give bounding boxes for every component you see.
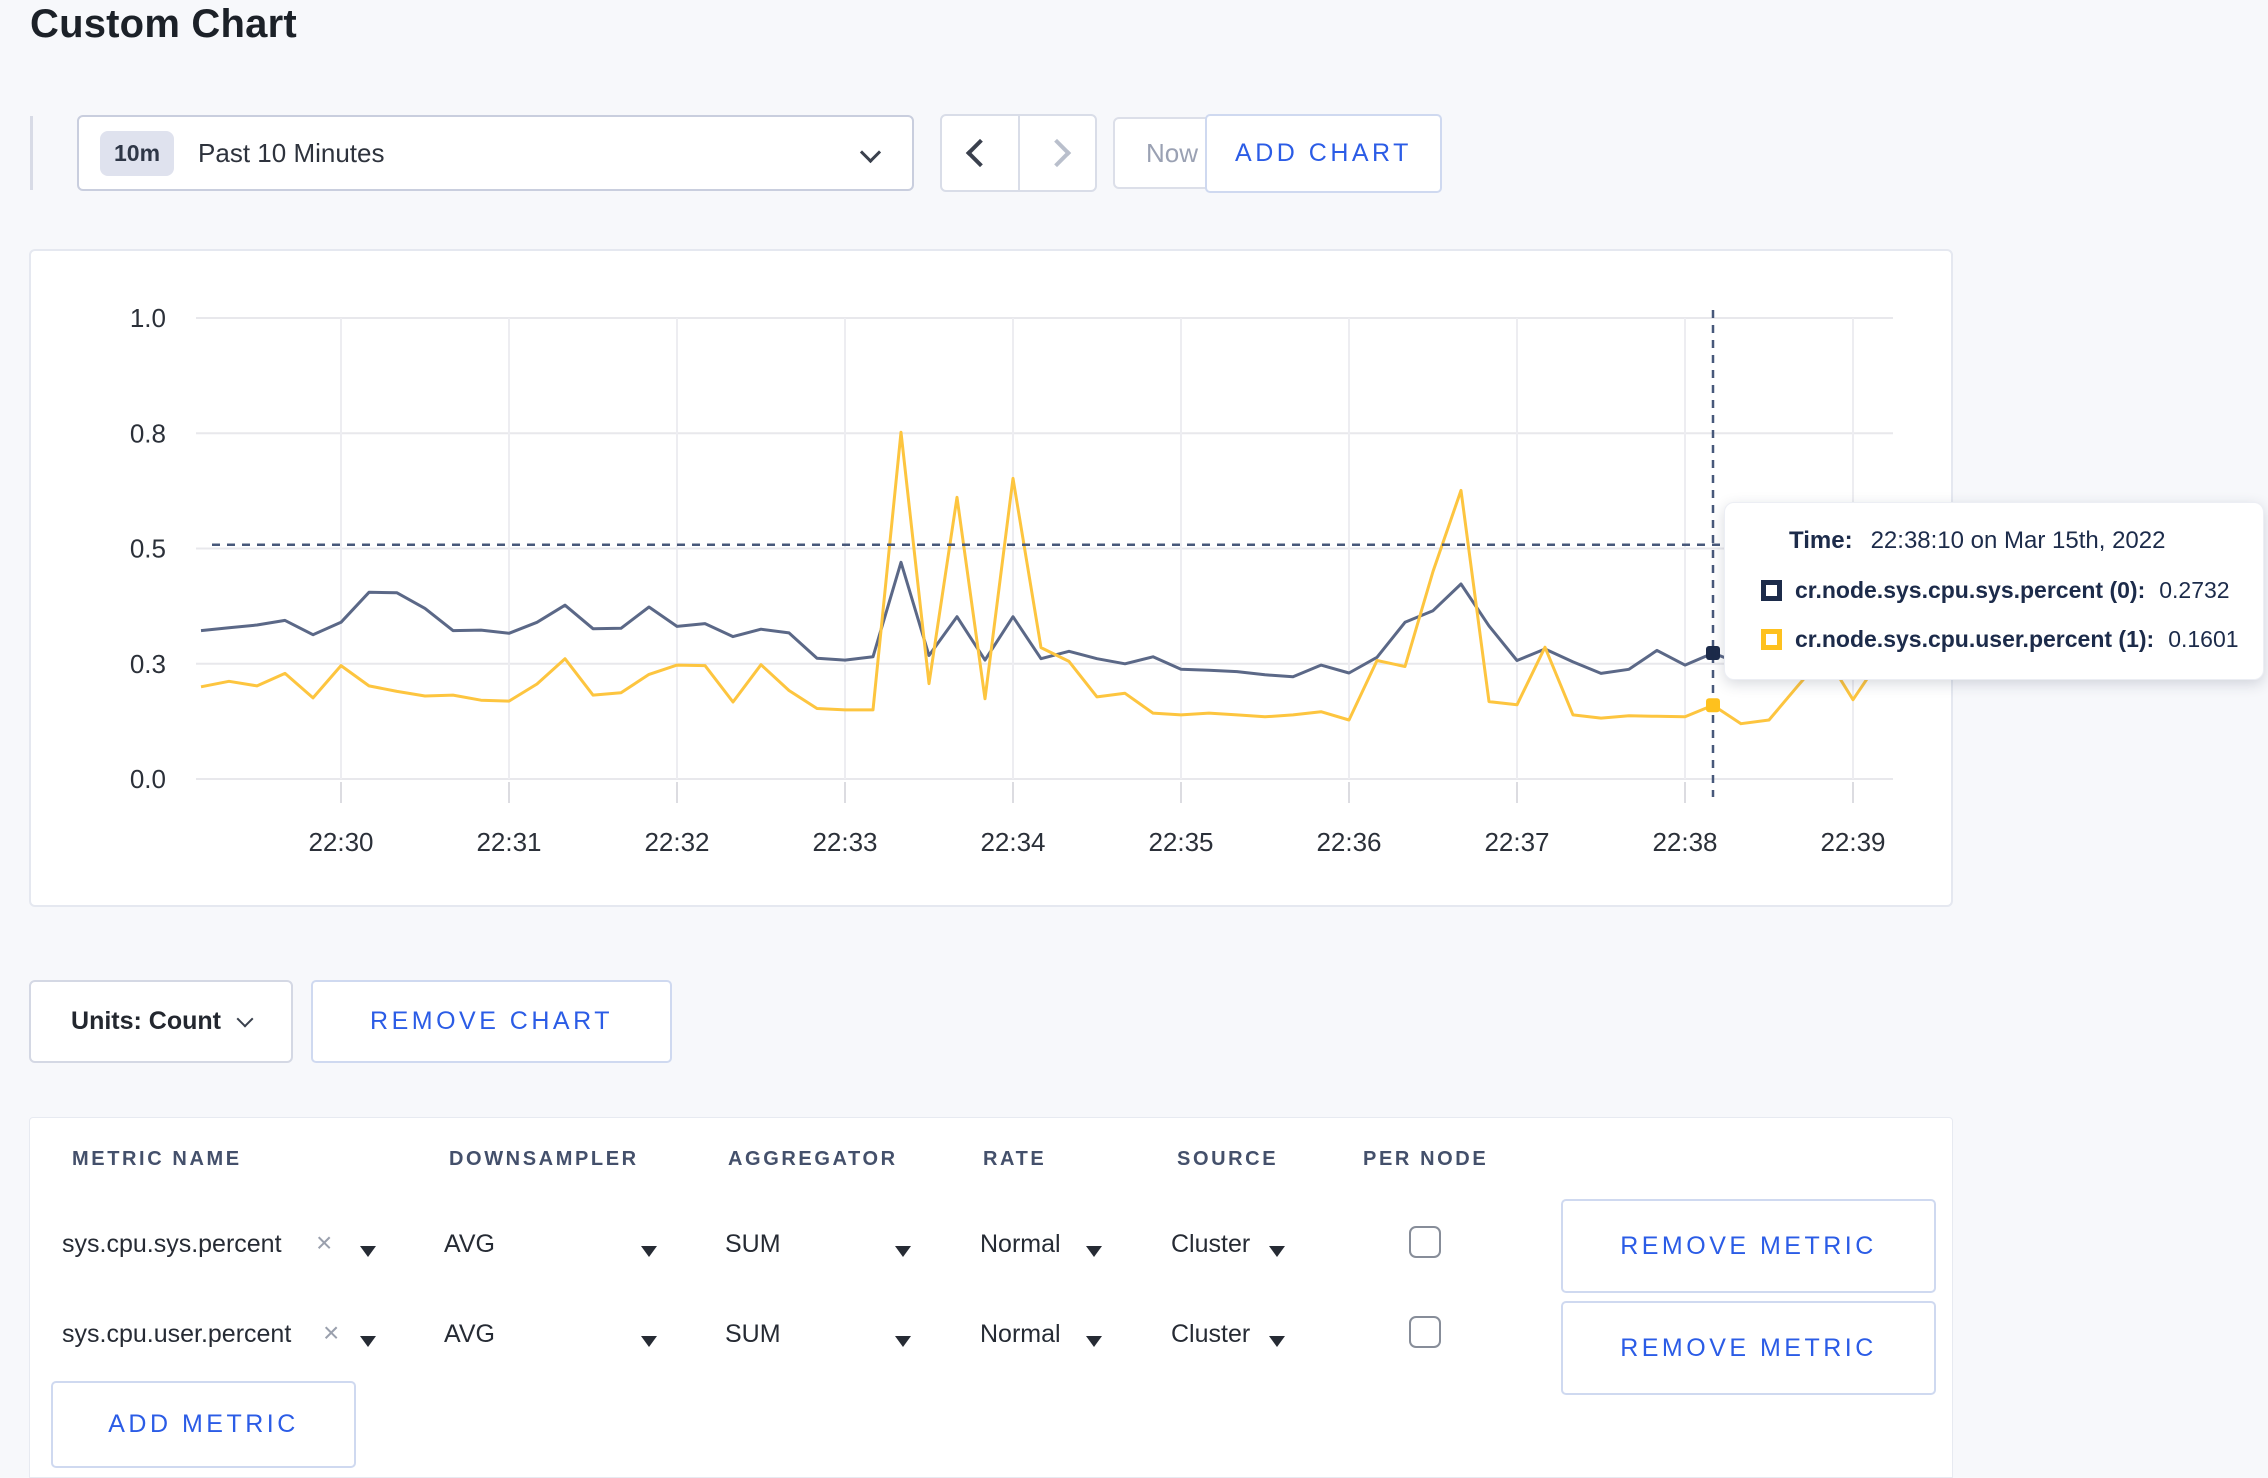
units-label: Units: Count (71, 1007, 221, 1035)
time-range-badge: 10m (100, 130, 175, 176)
chevron-down-icon (236, 1010, 254, 1027)
chevron-left-icon (965, 138, 994, 168)
caret-down-icon (1086, 1326, 1102, 1355)
chart-svg[interactable]: 0.0 0.3 0.5 0.8 1.0 22:30 22:31 22:32 22:33 22:34… (31, 251, 1955, 909)
col-header-rate: RATE (983, 1148, 1047, 1170)
time-nav-group (940, 114, 1097, 192)
rate-select[interactable]: Normal (980, 1230, 1061, 1259)
y-axis-label: 0.3 (130, 649, 166, 679)
col-header-downsampler: DOWNSAMPLER (449, 1148, 639, 1170)
tooltip-series-row: cr.node.sys.cpu.user.percent (1): 0.1601 (1761, 626, 2263, 653)
hover-point-marker (1706, 698, 1720, 713)
y-axis-label: 0.8 (130, 418, 166, 448)
tooltip-time-value: 22:38:10 on Mar 15th, 2022 (1870, 527, 2166, 554)
rate-select[interactable]: Normal (980, 1320, 1061, 1349)
caret-down-icon (360, 1326, 376, 1355)
chart-hover-tooltip: Time: 22:38:10 on Mar 15th, 2022 cr.node… (1724, 502, 2264, 680)
caret-down-icon (641, 1236, 657, 1265)
per-node-checkbox[interactable] (1409, 1316, 1441, 1348)
tooltip-series-row: cr.node.sys.cpu.sys.percent (0): 0.2732 (1761, 577, 2263, 604)
chevron-right-icon (1043, 138, 1072, 168)
caret-down-icon (641, 1326, 657, 1355)
y-axis-label: 0.5 (130, 534, 166, 564)
hover-point-marker (1706, 646, 1720, 661)
y-axis-label: 0.0 (130, 764, 166, 794)
time-range-label: Past 10 Minutes (198, 137, 385, 168)
downsampler-select[interactable]: AVG (444, 1320, 495, 1349)
x-axis-label: 22:36 (1316, 827, 1381, 857)
x-axis-label: 22:37 (1484, 827, 1549, 857)
metrics-table: METRIC NAME DOWNSAMPLER AGGREGATOR RATE … (29, 1117, 1953, 1478)
x-axis-label: 22:32 (644, 827, 709, 857)
col-header-metric-name: METRIC NAME (72, 1148, 242, 1170)
series-line (200, 560, 1882, 679)
col-header-per-node: PER NODE (1363, 1148, 1489, 1170)
caret-down-icon (1269, 1236, 1285, 1265)
source-select[interactable]: Cluster (1171, 1320, 1250, 1349)
tooltip-series-name: cr.node.sys.cpu.user.percent (1): (1795, 626, 2155, 652)
remove-metric-button[interactable]: REMOVE METRIC (1561, 1199, 1936, 1293)
x-axis-label: 22:39 (1820, 827, 1885, 857)
page-title: Custom Chart (30, 2, 297, 46)
remove-tag-icon[interactable]: × (316, 1227, 332, 1259)
downsampler-select[interactable]: AVG (444, 1230, 495, 1259)
x-axis-label: 22:35 (1148, 827, 1213, 857)
col-header-aggregator: AGGREGATOR (728, 1148, 898, 1170)
metric-name-select[interactable]: sys.cpu.sys.percent (62, 1230, 282, 1259)
x-axis-label: 22:31 (476, 827, 541, 857)
custom-chart-page: { "page": { "title": "Custom Chart" }, "… (0, 0, 2268, 1478)
caret-down-icon (1086, 1236, 1102, 1265)
caret-down-icon (1269, 1326, 1285, 1355)
x-axis-label: 22:38 (1652, 827, 1717, 857)
user-series-swatch-icon (1761, 629, 1782, 650)
y-axis-label: 1.0 (130, 303, 166, 333)
tooltip-series-value: 0.2732 (2159, 577, 2230, 603)
tooltip-series-name: cr.node.sys.cpu.sys.percent (0): (1795, 577, 2146, 603)
caret-down-icon (360, 1236, 376, 1265)
aggregator-select[interactable]: SUM (725, 1230, 781, 1259)
time-next-button[interactable] (1020, 116, 1096, 190)
tooltip-series-value: 0.1601 (2168, 626, 2239, 652)
add-metric-button[interactable]: ADD METRIC (51, 1381, 356, 1468)
per-node-checkbox[interactable] (1409, 1226, 1441, 1258)
series-line (200, 430, 1883, 726)
aggregator-select[interactable]: SUM (725, 1320, 781, 1349)
units-dropdown[interactable]: Units: Count (29, 980, 293, 1063)
chevron-down-icon (859, 141, 882, 164)
remove-chart-button[interactable]: REMOVE CHART (311, 980, 672, 1063)
metric-name-select[interactable]: sys.cpu.user.percent (62, 1320, 291, 1349)
remove-metric-button[interactable]: REMOVE METRIC (1561, 1301, 1936, 1395)
chart-panel: 0.0 0.3 0.5 0.8 1.0 22:30 22:31 22:32 22:33 22:34… (29, 249, 2264, 909)
add-chart-button[interactable]: ADD CHART (1205, 114, 1442, 193)
time-prev-button[interactable] (942, 116, 1020, 190)
sys-series-swatch-icon (1761, 580, 1782, 601)
toolbar-left-rule (30, 116, 33, 190)
x-axis-label: 22:30 (308, 827, 373, 857)
time-range-dropdown[interactable]: 10m Past 10 Minutes (77, 115, 914, 191)
remove-tag-icon[interactable]: × (323, 1317, 339, 1349)
col-header-source: SOURCE (1177, 1148, 1279, 1170)
caret-down-icon (895, 1236, 911, 1265)
tooltip-time-label: Time: (1789, 527, 1853, 554)
caret-down-icon (895, 1326, 911, 1355)
x-axis-label: 22:33 (812, 827, 877, 857)
source-select[interactable]: Cluster (1171, 1230, 1250, 1259)
x-axis-label: 22:34 (980, 827, 1045, 857)
